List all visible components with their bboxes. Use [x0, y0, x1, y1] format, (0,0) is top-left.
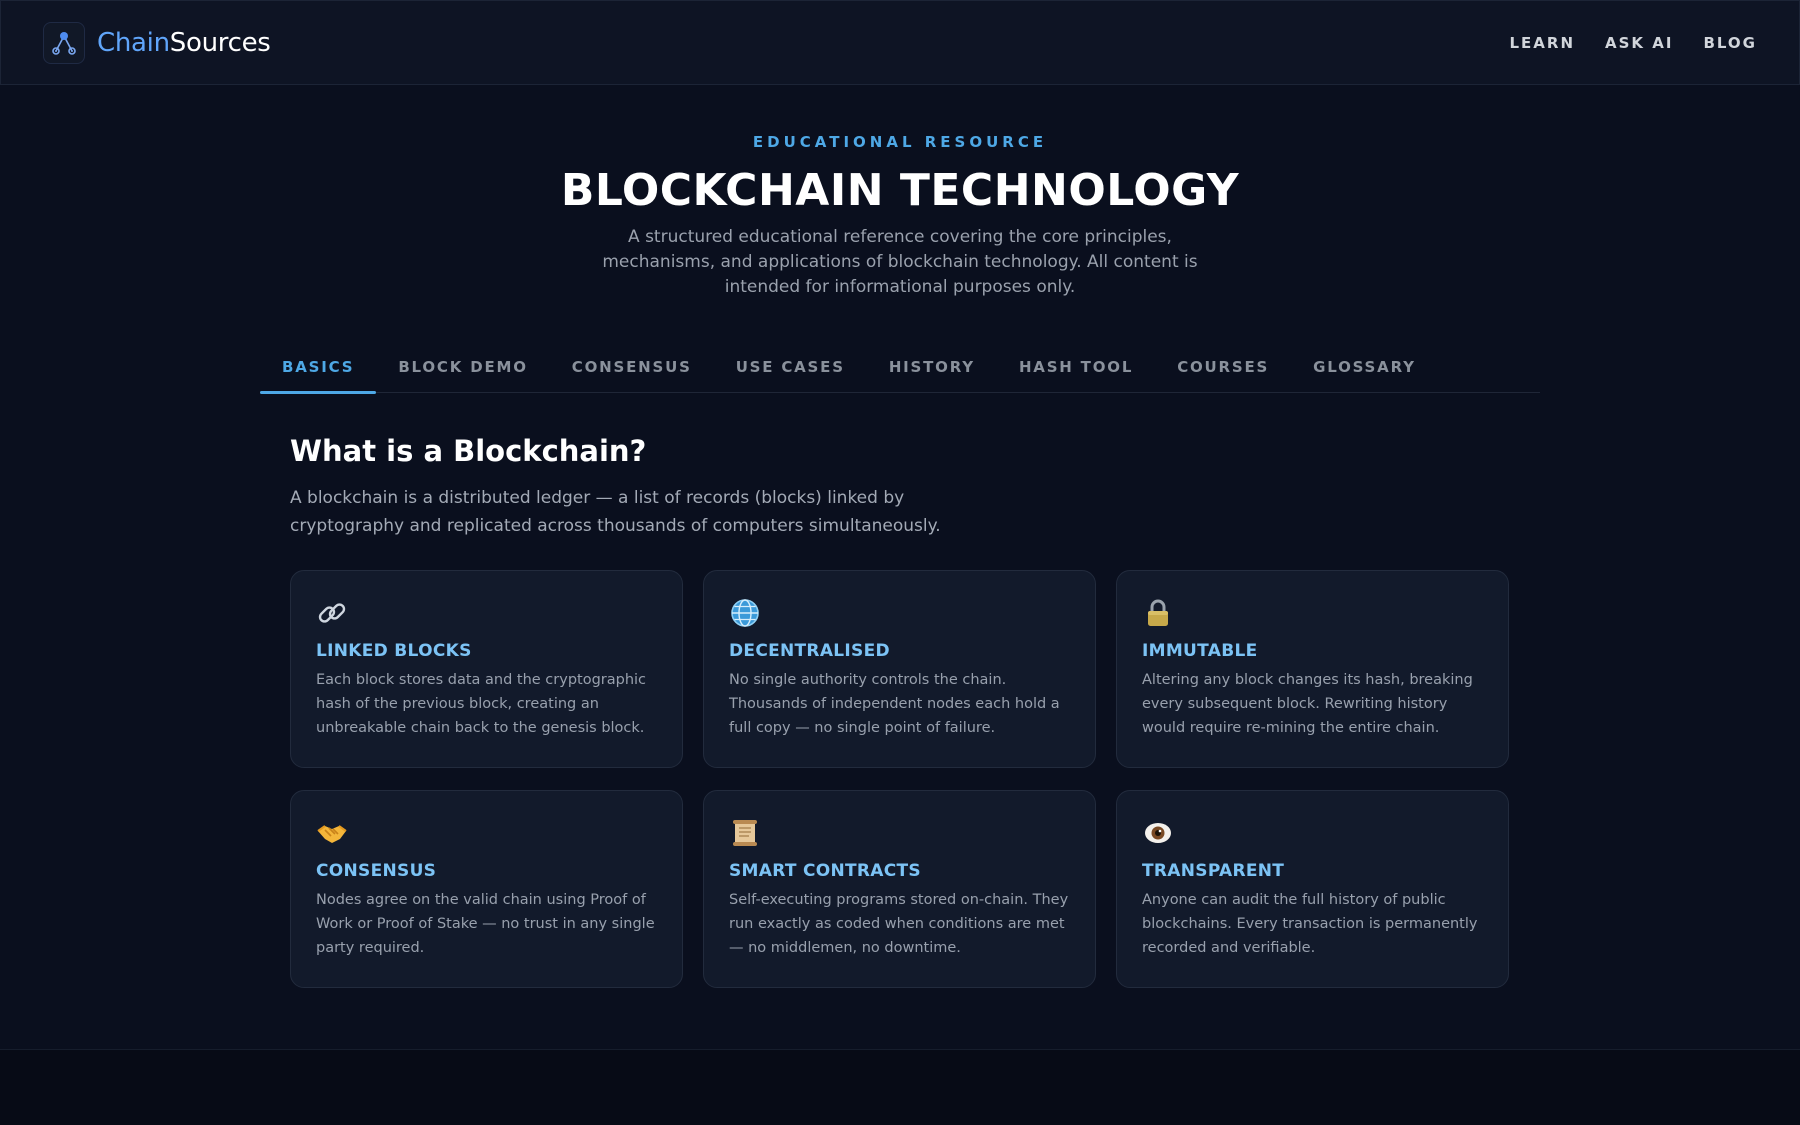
nav-learn[interactable]: LEARN: [1509, 34, 1575, 52]
top-nav: LEARN ASK AI BLOG: [1509, 34, 1757, 52]
eye-icon: [1142, 817, 1174, 849]
card-text: Nodes agree on the valid chain using Pro…: [316, 892, 655, 956]
lock-icon: [1142, 597, 1174, 629]
tab-history[interactable]: HISTORY: [867, 340, 997, 393]
site-header: ChainSources LEARN ASK AI BLOG: [0, 0, 1800, 85]
tab-glossary[interactable]: GLOSSARY: [1291, 340, 1438, 393]
card-title: TRANSPARENT: [1142, 861, 1285, 881]
card-text: Each block stores data and the cryptogra…: [316, 672, 647, 736]
nav-blog[interactable]: BLOG: [1703, 34, 1757, 52]
nav-ask-ai[interactable]: ASK AI: [1605, 34, 1673, 52]
scroll-icon: [729, 817, 761, 849]
brand-name-part1: Chain: [97, 27, 170, 58]
tab-basics[interactable]: BASICS: [260, 340, 377, 394]
card-text: Anyone can audit the full history of pub…: [1142, 892, 1478, 956]
card-text: No single authority controls the chain. …: [729, 672, 1060, 736]
card-title: IMMUTABLE: [1142, 641, 1258, 661]
tab-block-demo[interactable]: BLOCK DEMO: [376, 340, 549, 393]
section-description: A blockchain is a distributed ledger — a…: [290, 488, 941, 536]
globe-icon: [729, 597, 761, 629]
card-title: DECENTRALISED: [729, 641, 890, 661]
network-logo-icon: [43, 21, 85, 64]
link-icon: [316, 597, 348, 629]
tab-hash-tool[interactable]: HASH TOOL: [997, 340, 1155, 393]
card-title: LINKED BLOCKS: [316, 641, 472, 661]
hero-subtitle: A structured educational reference cover…: [602, 227, 1198, 297]
feature-card-linked-blocks: LINKED BLOCKS Each block stores data and…: [290, 570, 683, 768]
feature-card-decentralised: DECENTRALISED No single authority contro…: [703, 570, 1096, 768]
hero-eyebrow: EDUCATIONAL RESOURCE: [752, 133, 1048, 151]
card-text: Altering any block changes its hash, bre…: [1142, 672, 1473, 736]
card-title: SMART CONTRACTS: [729, 861, 921, 881]
handshake-icon: [316, 817, 348, 849]
tab-consensus[interactable]: CONSENSUS: [550, 340, 714, 393]
brand-name: ChainSources: [97, 28, 271, 58]
feature-card-immutable: IMMUTABLE Altering any block changes its…: [1116, 570, 1509, 768]
feature-card-smart-contracts: SMART CONTRACTS Self-executing programs …: [703, 790, 1096, 988]
site-footer: [0, 1049, 1800, 1125]
feature-card-transparent: TRANSPARENT Anyone can audit the full hi…: [1116, 790, 1509, 988]
card-title: CONSENSUS: [316, 861, 437, 881]
brand-name-part2: Sources: [169, 27, 271, 58]
card-text: Self-executing programs stored on-chain.…: [729, 892, 1069, 956]
feature-card-consensus: CONSENSUS Nodes agree on the valid chain…: [290, 790, 683, 988]
section-title: What is a Blockchain?: [290, 434, 647, 468]
section-tabs: BASICS BLOCK DEMO CONSENSUS USE CASES HI…: [260, 340, 1540, 394]
brand-logo-link[interactable]: ChainSources: [43, 21, 271, 64]
page-title: BLOCKCHAIN TECHNOLOGY: [560, 165, 1240, 216]
tab-use-cases[interactable]: USE CASES: [714, 340, 867, 393]
tab-courses[interactable]: COURSES: [1155, 340, 1291, 393]
